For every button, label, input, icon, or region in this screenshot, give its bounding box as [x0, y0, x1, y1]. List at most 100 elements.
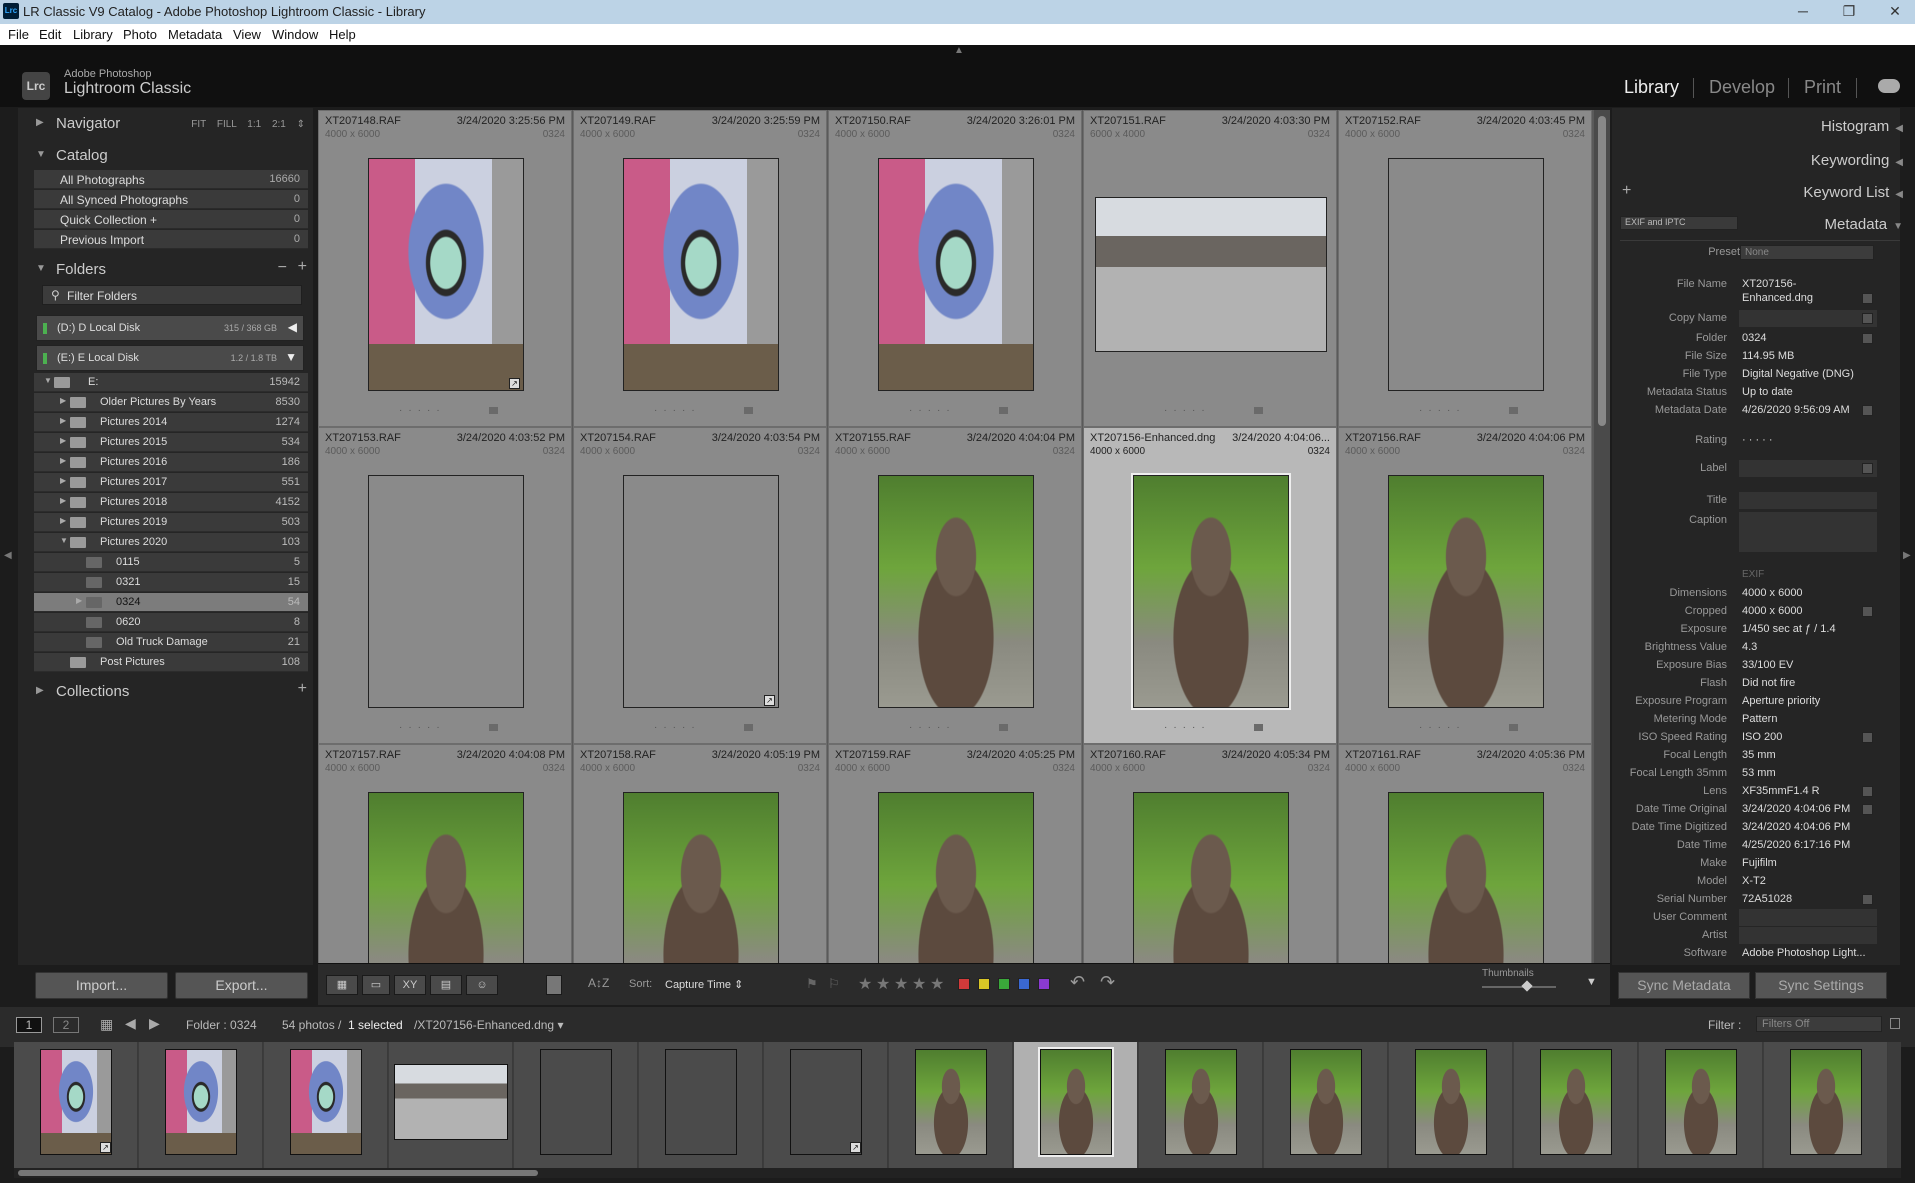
module-library[interactable]: Library [1624, 77, 1679, 98]
folder-item[interactable]: ▶ Pictures 2018 4152 [34, 493, 308, 512]
rating-dots[interactable]: ····· [909, 722, 956, 733]
filmstrip-thumbnail[interactable] [1415, 1049, 1487, 1155]
sort-select[interactable]: Capture Time ⇕ [665, 978, 743, 991]
grid-cell[interactable]: XT207159.RAF 3/24/2020 4:05:25 PM 4000 x 6… [828, 744, 1082, 963]
catalog-item[interactable]: All Synced Photographs 0 [34, 190, 308, 209]
filmstrip-thumbnail[interactable] [290, 1049, 362, 1155]
thumbnail-size-slider[interactable] [1482, 986, 1556, 988]
photo-thumbnail[interactable] [623, 158, 779, 391]
collapse-icon[interactable]: ▼ [60, 536, 68, 545]
rating-dots[interactable]: ····· [1164, 722, 1211, 733]
filmstrip-cell[interactable] [139, 1042, 263, 1168]
volume-e[interactable]: (E:) E Local Disk 1.2 / 1.8 TB ▼ [36, 345, 304, 371]
expand-icon[interactable]: ▶ [60, 456, 66, 465]
menu-library[interactable]: Library [73, 27, 113, 42]
filter-select[interactable]: Filters Off [1756, 1016, 1882, 1032]
rotate-right-icon[interactable]: ↷ [1100, 972, 1115, 993]
metadata-action-icon[interactable] [1862, 405, 1873, 416]
folder-item[interactable]: ▼ Pictures 2020 103 [34, 533, 308, 552]
filmstrip-thumbnail[interactable] [165, 1049, 237, 1155]
menu-photo[interactable]: Photo [123, 27, 157, 42]
filmstrip-thumbnail[interactable] [40, 1049, 112, 1155]
grid-cell[interactable]: XT207160.RAF 3/24/2020 4:05:34 PM 4000 x 6… [1083, 744, 1337, 963]
module-print[interactable]: Print [1804, 77, 1841, 98]
rating-dots[interactable]: ····· [654, 722, 701, 733]
flag-icon[interactable] [489, 724, 498, 731]
menu-metadata[interactable]: Metadata [168, 27, 222, 42]
filmstrip-cell[interactable] [264, 1042, 388, 1168]
add-keyword-icon[interactable]: + [1622, 182, 1631, 200]
color-label-purple[interactable] [1038, 978, 1050, 990]
photo-thumbnail[interactable] [878, 792, 1034, 963]
photo-thumbnail[interactable] [368, 792, 524, 963]
photo-thumbnail[interactable] [368, 158, 524, 391]
flag-icon[interactable] [999, 407, 1008, 414]
filmstrip-cell[interactable] [1514, 1042, 1638, 1168]
color-label-green[interactable] [998, 978, 1010, 990]
folder-item[interactable]: 0115 5 [34, 553, 308, 572]
expand-icon[interactable]: ▶ [60, 436, 66, 445]
rating-dots[interactable]: ····· [654, 405, 701, 416]
filmstrip-cell[interactable] [389, 1042, 513, 1168]
catalog-item[interactable]: Quick Collection +0 [34, 210, 308, 229]
restore-button[interactable]: ❐ [1826, 0, 1872, 24]
filmstrip-thumbnail[interactable] [1165, 1049, 1237, 1155]
metadata-row[interactable]: Label [1612, 460, 1900, 478]
grid-cell[interactable]: XT207150.RAF 3/24/2020 3:26:01 PM 4000 x 6… [828, 110, 1082, 427]
flag-icon[interactable] [1509, 724, 1518, 731]
folder-item[interactable]: ▶ Pictures 2014 1274 [34, 413, 308, 432]
photo-thumbnail[interactable] [878, 475, 1034, 708]
filmstrip-cell[interactable] [639, 1042, 763, 1168]
filmstrip-thumbnail[interactable] [1665, 1049, 1737, 1155]
star-rating-icon[interactable]: ★ [858, 974, 872, 994]
back-arrow-icon[interactable]: ◀ [125, 1015, 136, 1032]
flag-icon[interactable] [1254, 407, 1263, 414]
grid-cell[interactable]: XT207156-Enhanced.dng 3/24/2020 4:04:06..… [1083, 427, 1337, 744]
photo-thumbnail[interactable] [1095, 197, 1327, 352]
flag-icon[interactable] [1254, 724, 1263, 731]
catalog-item[interactable]: All Photographs 16660 [34, 170, 308, 189]
survey-view-icon[interactable]: ▤ [430, 975, 462, 995]
filmstrip-cell[interactable] [1014, 1042, 1138, 1168]
rotate-left-icon[interactable]: ↶ [1070, 972, 1085, 993]
grid-cell[interactable]: XT207155.RAF 3/24/2020 4:04:04 PM 4000 x 6… [828, 427, 1082, 744]
expand-icon[interactable]: ▶ [60, 416, 66, 425]
color-label-yellow[interactable] [978, 978, 990, 990]
sync-settings-button[interactable]: Sync Settings [1755, 972, 1887, 999]
metadata-action-icon[interactable] [1862, 463, 1873, 474]
menu-help[interactable]: Help [329, 27, 356, 42]
metadata-row[interactable]: Caption [1612, 512, 1900, 552]
secondary-window-button[interactable]: 2 [53, 1017, 79, 1033]
filmstrip-thumbnail[interactable] [665, 1049, 737, 1155]
rating-dots[interactable]: ····· [1419, 405, 1466, 416]
filmstrip-cell[interactable] [1639, 1042, 1763, 1168]
photo-thumbnail[interactable] [623, 792, 779, 963]
folder-item[interactable]: ▶ Pictures 2015 534 [34, 433, 308, 452]
folder-item[interactable]: ▶ Older Pictures By Years 8530 [34, 393, 308, 412]
sync-metadata-button[interactable]: Sync Metadata [1618, 972, 1750, 999]
metadata-row[interactable]: User Comment [1612, 909, 1900, 927]
filmstrip-thumbnail[interactable] [394, 1064, 508, 1140]
keyword-list-header[interactable]: Keyword List ◀ [1803, 184, 1903, 201]
filmstrip-thumbnail[interactable] [1540, 1049, 1612, 1155]
folder-item[interactable]: ▶ Pictures 2019 503 [34, 513, 308, 532]
metadata-action-icon[interactable] [1862, 786, 1873, 797]
filmstrip-thumbnail[interactable] [1290, 1049, 1362, 1155]
filmstrip-thumbnail[interactable] [540, 1049, 612, 1155]
menu-edit[interactable]: Edit [39, 27, 61, 42]
painter-icon[interactable] [546, 975, 562, 995]
catalog-item[interactable]: Previous Import 0 [34, 230, 308, 249]
filmstrip-cell[interactable] [889, 1042, 1013, 1168]
color-label-red[interactable] [958, 978, 970, 990]
remove-folder-icon[interactable]: − [278, 259, 287, 277]
toolbar-menu-icon[interactable]: ▼ [1586, 976, 1597, 988]
filmstrip-thumbnail[interactable] [915, 1049, 987, 1155]
photo-thumbnail[interactable] [878, 158, 1034, 391]
metadata-input[interactable] [1739, 492, 1877, 509]
flag-icon[interactable] [489, 407, 498, 414]
metadata-input[interactable] [1739, 927, 1877, 944]
folder-item[interactable]: ▼ E: 15942 [34, 373, 308, 392]
selected-file[interactable]: /XT207156-Enhanced.dng ▾ [414, 1018, 563, 1032]
metadata-action-icon[interactable] [1862, 313, 1873, 324]
grid-scrollbar[interactable] [1594, 110, 1610, 963]
